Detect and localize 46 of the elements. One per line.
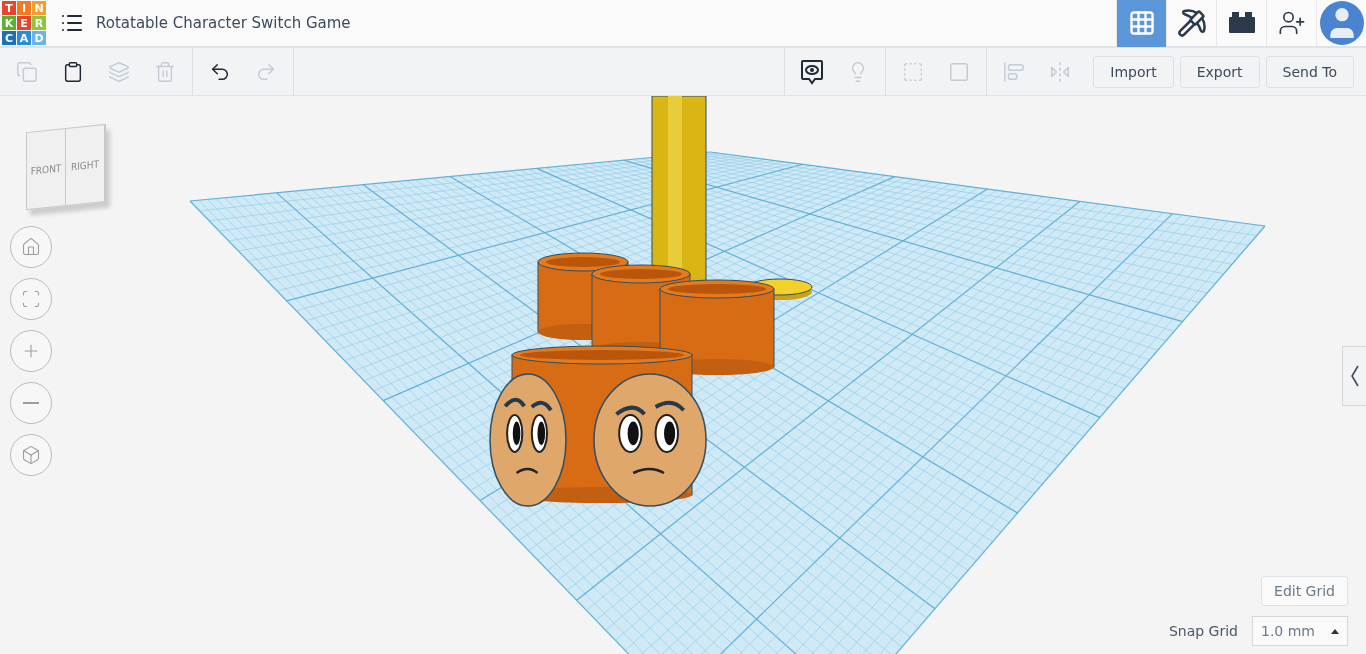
logo-letter: K [2,16,16,30]
caret-icon [1331,628,1339,634]
zoom-out-button[interactable] [10,382,52,424]
home-button[interactable] [10,226,52,268]
cube-face-label: FRONT [27,129,66,210]
brick-icon [1227,12,1256,34]
fit-view-icon [21,289,41,309]
add-user-icon [1277,9,1306,37]
cube-face-label: RIGHT [66,124,105,205]
logo-letter: E [17,16,31,30]
duplicate-icon [108,60,130,83]
panel-toggle-tab[interactable] [1342,346,1366,406]
logo-letter: C [2,31,16,45]
trash-icon [154,60,176,83]
cube-icon [21,445,41,465]
user-avatar [1319,1,1364,45]
logo-letter: T [2,1,16,15]
fit-button[interactable] [10,278,52,320]
notes-eye-icon [800,58,825,85]
avatar-mode-button[interactable] [1316,0,1366,47]
logo-letter: I [17,1,31,15]
clipboard-icon [62,60,84,83]
toolbar-action-button[interactable]: Send To [1265,55,1354,88]
edit-grid-button[interactable]: Edit Grid [1261,576,1348,606]
design-title[interactable]: Rotatable Character Switch Game [96,14,1116,32]
toolbar-action-button[interactable]: Import [1093,55,1174,88]
zoom-in-button[interactable] [10,330,52,372]
app-logo[interactable]: T I N K E R C A D [2,1,46,45]
ungroup-shapes-icon [948,60,971,83]
pickaxe-icon [1176,8,1207,38]
logo-letter: R [32,16,46,30]
logo-letter: N [32,1,46,15]
align-icon [1003,60,1026,83]
perspective-button[interactable] [10,434,52,476]
logo-letter: A [17,31,31,45]
chevron-left-icon [1350,365,1359,387]
grid-icon [1127,9,1156,37]
copy-icon [16,60,38,83]
group-shapes-icon [902,60,925,83]
snap-grid-label: Snap Grid [1168,623,1238,639]
snap-grid-value: 1.0 mm [1261,623,1315,639]
snap-grid-select[interactable]: 1.0 mm [1252,616,1348,646]
toolbar-action-button[interactable]: Export [1179,55,1260,88]
mirror-icon [1049,60,1072,83]
home-icon [21,237,41,257]
logo-letter: D [32,31,46,45]
